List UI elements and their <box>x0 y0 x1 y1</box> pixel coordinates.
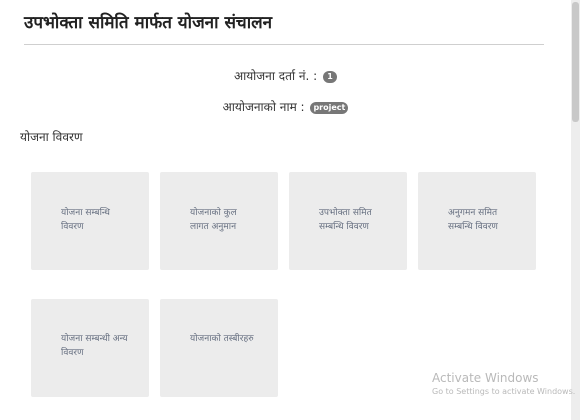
project-name-label: आयोजनाको नाम : <box>222 100 305 114</box>
project-name-badge: project <box>310 101 349 114</box>
tile-monitoring-committee-details[interactable]: अनुगमन समित सम्बन्धि विवरण <box>418 172 536 270</box>
tile-label: योजना सम्बन्धि विवरण <box>61 208 110 232</box>
tile-project-details[interactable]: योजना सम्बन्धि विवरण <box>31 172 149 270</box>
watermark-subtitle: Go to Settings to activate Windows. <box>432 387 576 396</box>
registration-label: आयोजना दर्ता नं. : <box>233 69 318 83</box>
tile-label: अनुगमन समित सम्बन्धि विवरण <box>448 208 498 232</box>
page-title: उपभोक्ता समिति मार्फत योजना संचालन <box>24 13 273 33</box>
registration-badge: 1 <box>323 70 338 83</box>
tile-label: योजना सम्बन्धी अन्य विवरण <box>61 334 128 358</box>
tile-other-project-details[interactable]: योजना सम्बन्धी अन्य विवरण <box>31 299 149 397</box>
tile-total-cost-estimate[interactable]: योजनाको कुल लागत अनुमान <box>160 172 278 270</box>
watermark-title: Activate Windows <box>432 371 539 385</box>
scrollbar-thumb[interactable] <box>572 2 579 122</box>
project-name-row: आयोजनाको नाम : project <box>0 98 571 115</box>
tile-label: योजनाको तस्बीरहरु <box>190 334 254 344</box>
content-card: उपभोक्ता समिति मार्फत योजना संचालन आयोजन… <box>0 0 571 420</box>
title-divider <box>24 44 544 45</box>
activate-windows-watermark: Activate Windows Go to Settings to activ… <box>432 370 575 398</box>
page: उपभोक्ता समिति मार्फत योजना संचालन आयोजन… <box>0 0 580 420</box>
tile-user-committee-details[interactable]: उपभोक्ता समित सम्बन्धि विवरण <box>289 172 407 270</box>
registration-row: आयोजना दर्ता नं. : 1 <box>0 67 571 84</box>
tile-label: उपभोक्ता समित सम्बन्धि विवरण <box>319 208 372 232</box>
section-heading: योजना विवरण <box>20 130 83 144</box>
tile-project-photos[interactable]: योजनाको तस्बीरहरु <box>160 299 278 397</box>
vertical-scrollbar[interactable] <box>571 0 580 420</box>
tile-label: योजनाको कुल लागत अनुमान <box>190 208 237 232</box>
